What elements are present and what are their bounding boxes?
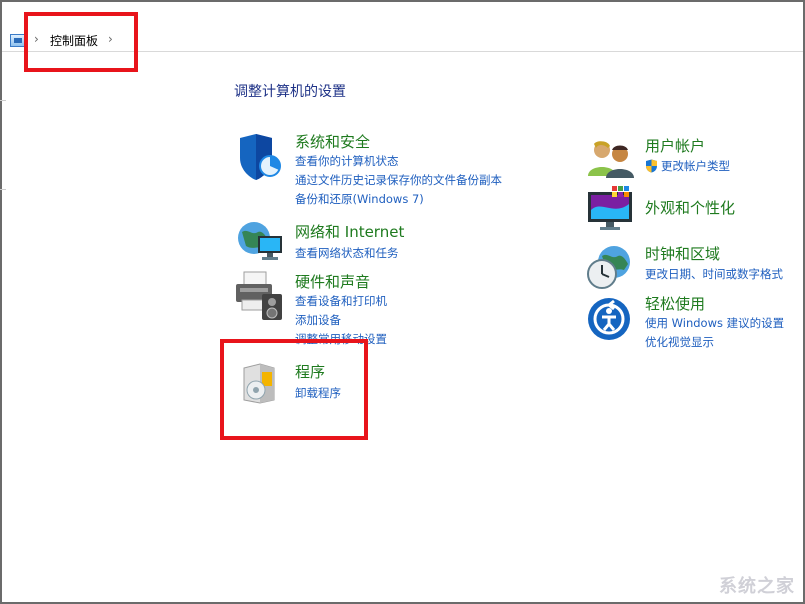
left-pane-divider [0, 100, 6, 190]
link-devices-printers[interactable]: 查看设备和打印机 [295, 293, 387, 309]
category-hardware-sound[interactable]: 硬件和声音 [295, 271, 370, 292]
page-title: 调整计算机的设置 [234, 84, 346, 100]
clock-globe-icon[interactable] [586, 244, 634, 290]
category-user-accounts[interactable]: 用户帐户 [645, 135, 705, 156]
printer-icon[interactable] [234, 270, 286, 322]
link-windows-recommended-settings[interactable]: 使用 Windows 建议的设置 [645, 315, 784, 331]
watermark-logo: 系统之家 [719, 576, 795, 597]
ease-of-access-icon[interactable] [586, 296, 632, 342]
link-optimize-visual-display[interactable]: 优化视觉显示 [645, 334, 714, 350]
category-clock-region[interactable]: 时钟和区域 [645, 243, 720, 264]
link-file-history-backup[interactable]: 通过文件历史记录保存你的文件备份副本 [295, 172, 502, 188]
link-change-date-time-format[interactable]: 更改日期、时间或数字格式 [645, 266, 783, 282]
category-system-security[interactable]: 系统和安全 [295, 131, 370, 152]
link-backup-restore[interactable]: 备份和还原(Windows 7) [295, 191, 424, 207]
uac-shield-icon [645, 158, 658, 173]
category-ease-of-access[interactable]: 轻松使用 [645, 293, 705, 314]
category-network-internet[interactable]: 网络和 Internet [295, 221, 404, 242]
globe-network-icon[interactable] [236, 218, 286, 264]
users-icon[interactable] [586, 138, 634, 180]
shield-icon[interactable] [236, 132, 284, 182]
link-add-device[interactable]: 添加设备 [295, 312, 341, 328]
highlight-box-programs [220, 339, 368, 440]
category-appearance[interactable]: 外观和个性化 [645, 197, 735, 218]
monitor-palette-icon[interactable] [586, 186, 636, 232]
link-view-computer-status[interactable]: 查看你的计算机状态 [295, 153, 399, 169]
link-change-account-type[interactable]: 更改帐户类型 [661, 158, 730, 174]
link-network-status[interactable]: 查看网络状态和任务 [295, 245, 399, 261]
highlight-box-breadcrumb [24, 12, 138, 72]
